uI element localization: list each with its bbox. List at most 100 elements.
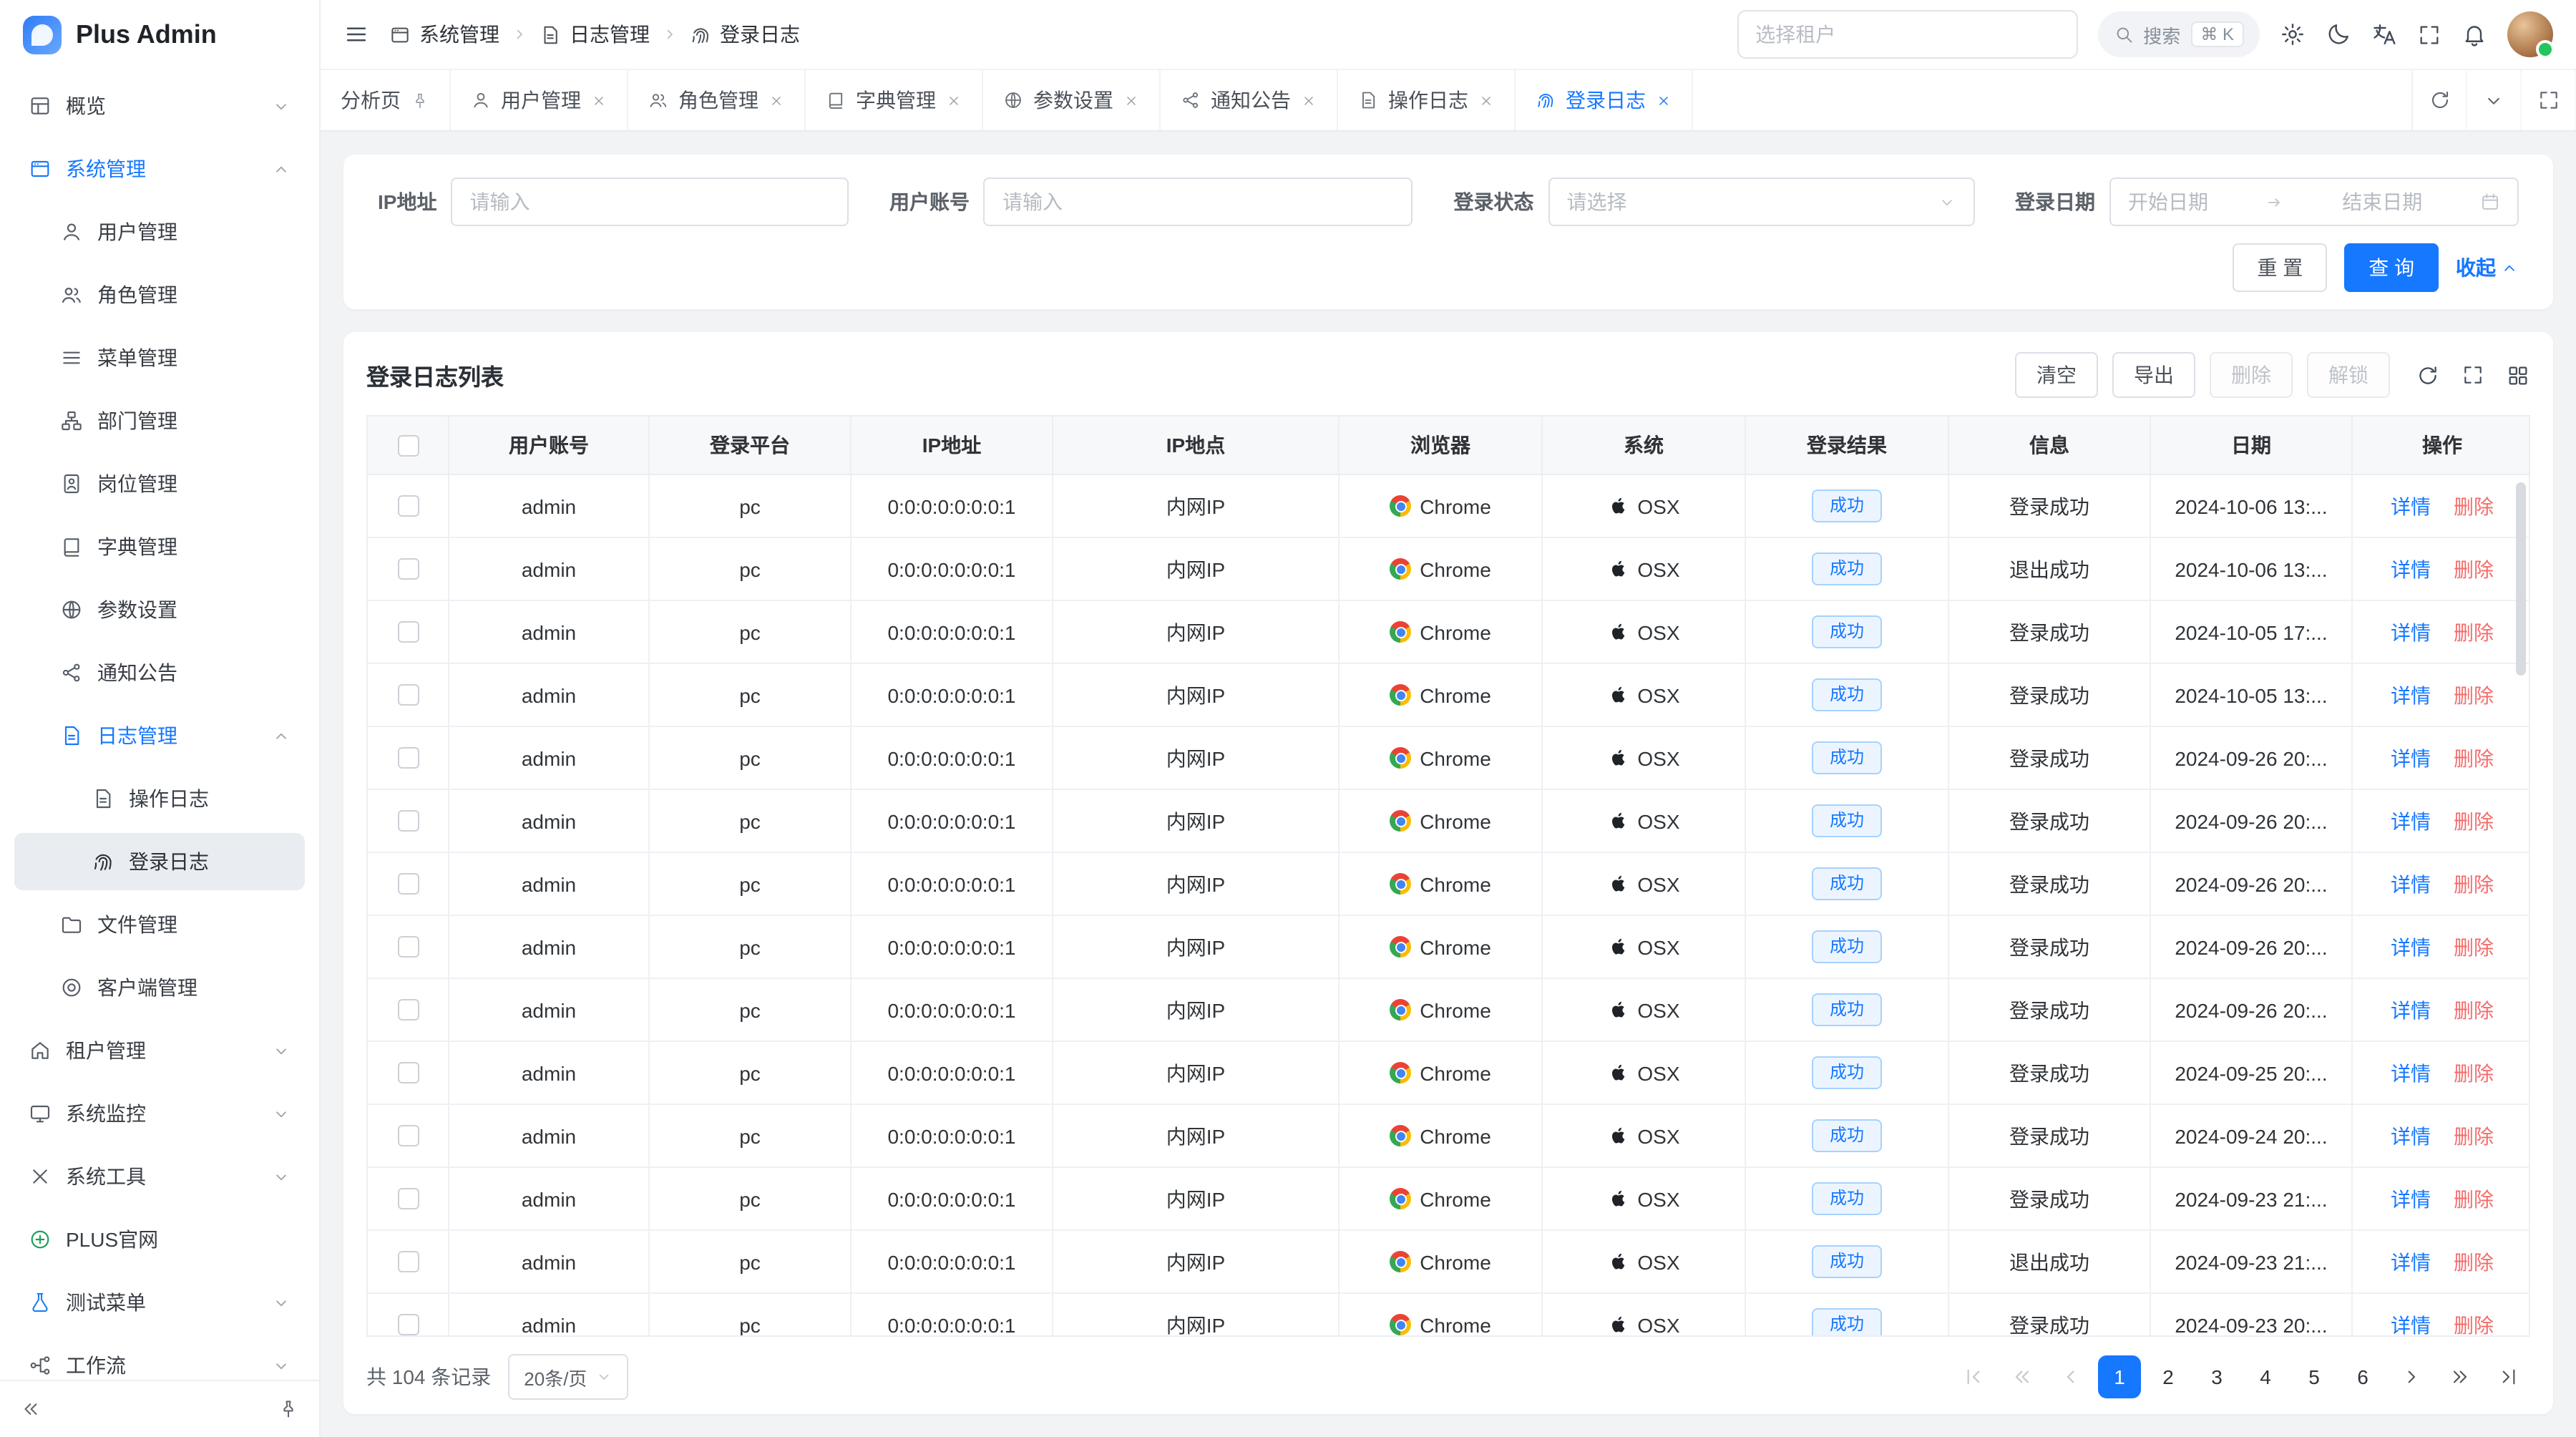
sidebar-item-6[interactable]: 岗位管理 bbox=[14, 455, 305, 512]
sidebar-item-13[interactable]: 文件管理 bbox=[14, 896, 305, 953]
fullscreen-icon[interactable] bbox=[2417, 22, 2441, 47]
row-checkbox[interactable] bbox=[368, 1231, 449, 1294]
page-button-3[interactable]: 3 bbox=[2195, 1355, 2238, 1398]
row-checkbox[interactable] bbox=[368, 727, 449, 790]
row-checkbox[interactable] bbox=[368, 475, 449, 538]
settings-icon[interactable] bbox=[2280, 21, 2306, 47]
row-checkbox[interactable] bbox=[368, 538, 449, 601]
unlock-button[interactable]: 解锁 bbox=[2307, 352, 2390, 398]
sidebar-item-2[interactable]: 用户管理 bbox=[14, 203, 305, 260]
date-range-picker[interactable]: 开始日期 结束日期 bbox=[2109, 177, 2519, 226]
delete-link[interactable]: 删除 bbox=[2454, 1121, 2494, 1150]
tab-4[interactable]: 参数设置 bbox=[983, 70, 1161, 130]
breadcrumb-item-log[interactable]: 日志管理 bbox=[540, 20, 650, 49]
content-fullscreen-button[interactable] bbox=[2522, 70, 2576, 130]
last-page-button[interactable] bbox=[2487, 1355, 2530, 1398]
pin-icon[interactable] bbox=[411, 91, 429, 109]
notifications-icon[interactable] bbox=[2462, 21, 2487, 47]
delete-link[interactable]: 删除 bbox=[2454, 1058, 2494, 1087]
page-button-2[interactable]: 2 bbox=[2147, 1355, 2190, 1398]
detail-link[interactable]: 详情 bbox=[2391, 995, 2431, 1024]
delete-link[interactable]: 删除 bbox=[2454, 744, 2494, 772]
sidebar-item-10[interactable]: 日志管理 bbox=[14, 707, 305, 764]
user-avatar[interactable] bbox=[2507, 11, 2553, 57]
collapse-filter-button[interactable]: 收起 bbox=[2456, 253, 2519, 282]
account-input[interactable] bbox=[984, 177, 1413, 226]
detail-link[interactable]: 详情 bbox=[2391, 869, 2431, 898]
sidebar-item-19[interactable]: 测试菜单 bbox=[14, 1274, 305, 1331]
sidebar-item-18[interactable]: PLUS官网 bbox=[14, 1211, 305, 1268]
sidebar-item-4[interactable]: 菜单管理 bbox=[14, 329, 305, 386]
column-settings-button[interactable] bbox=[2506, 363, 2530, 387]
row-checkbox[interactable] bbox=[368, 601, 449, 664]
tabs-menu-button[interactable] bbox=[2467, 70, 2522, 130]
row-checkbox[interactable] bbox=[368, 664, 449, 727]
detail-link[interactable]: 详情 bbox=[2391, 1184, 2431, 1213]
delete-link[interactable]: 删除 bbox=[2454, 555, 2494, 583]
sidebar-item-14[interactable]: 客户端管理 bbox=[14, 959, 305, 1016]
breadcrumb-item-loginlog[interactable]: 登录日志 bbox=[690, 20, 800, 49]
delete-link[interactable]: 删除 bbox=[2454, 492, 2494, 520]
page-button-6[interactable]: 6 bbox=[2341, 1355, 2384, 1398]
sidebar-collapse-button[interactable] bbox=[14, 1393, 47, 1426]
tenant-select[interactable] bbox=[1737, 10, 2077, 59]
detail-link[interactable]: 详情 bbox=[2391, 1310, 2431, 1337]
tab-0[interactable]: 分析页 bbox=[321, 70, 451, 130]
sidebar-item-9[interactable]: 通知公告 bbox=[14, 644, 305, 701]
sidebar-item-8[interactable]: 参数设置 bbox=[14, 581, 305, 638]
tab-close-icon[interactable] bbox=[1478, 92, 1494, 108]
tab-6[interactable]: 操作日志 bbox=[1338, 70, 1516, 130]
dark-mode-icon[interactable] bbox=[2326, 21, 2351, 47]
delete-link[interactable]: 删除 bbox=[2454, 869, 2494, 898]
row-checkbox[interactable] bbox=[368, 790, 449, 853]
sidebar-item-16[interactable]: 系统监控 bbox=[14, 1085, 305, 1142]
row-checkbox[interactable] bbox=[368, 1294, 449, 1337]
refresh-page-button[interactable] bbox=[2413, 70, 2467, 130]
tab-3[interactable]: 字典管理 bbox=[806, 70, 983, 130]
delete-link[interactable]: 删除 bbox=[2454, 1310, 2494, 1337]
status-select[interactable]: 请选择 bbox=[1548, 177, 1974, 226]
delete-link[interactable]: 删除 bbox=[2454, 995, 2494, 1024]
row-checkbox[interactable] bbox=[368, 853, 449, 916]
tab-1[interactable]: 用户管理 bbox=[451, 70, 628, 130]
export-button[interactable]: 导出 bbox=[2112, 352, 2195, 398]
query-button[interactable]: 查 询 bbox=[2344, 243, 2439, 292]
detail-link[interactable]: 详情 bbox=[2391, 807, 2431, 835]
app-logo-row[interactable]: Plus Admin bbox=[0, 0, 319, 69]
tab-close-icon[interactable] bbox=[591, 92, 607, 108]
detail-link[interactable]: 详情 bbox=[2391, 1058, 2431, 1087]
tab-close-icon[interactable] bbox=[1123, 92, 1139, 108]
detail-link[interactable]: 详情 bbox=[2391, 555, 2431, 583]
tab-close-icon[interactable] bbox=[1656, 92, 1672, 108]
next-page-button[interactable] bbox=[2390, 1355, 2433, 1398]
delete-link[interactable]: 删除 bbox=[2454, 807, 2494, 835]
clear-button[interactable]: 清空 bbox=[2015, 352, 2098, 398]
sidebar-item-11[interactable]: 操作日志 bbox=[14, 770, 305, 827]
detail-link[interactable]: 详情 bbox=[2391, 1247, 2431, 1276]
detail-link[interactable]: 详情 bbox=[2391, 744, 2431, 772]
tab-2[interactable]: 角色管理 bbox=[628, 70, 806, 130]
delete-link[interactable]: 删除 bbox=[2454, 681, 2494, 709]
table-fullscreen-button[interactable] bbox=[2462, 364, 2484, 386]
global-search[interactable]: 搜索 ⌘ K bbox=[2097, 11, 2260, 57]
sidebar-item-15[interactable]: 租户管理 bbox=[14, 1022, 305, 1079]
tab-5[interactable]: 通知公告 bbox=[1161, 70, 1338, 130]
delete-link[interactable]: 删除 bbox=[2454, 1184, 2494, 1213]
language-icon[interactable] bbox=[2371, 21, 2397, 47]
delete-link[interactable]: 删除 bbox=[2454, 1247, 2494, 1276]
sidebar-item-12[interactable]: 登录日志 bbox=[14, 833, 305, 890]
page-button-1[interactable]: 1 bbox=[2098, 1355, 2141, 1398]
reset-button[interactable]: 重 置 bbox=[2233, 243, 2327, 292]
breadcrumb-item-system[interactable]: 系统管理 bbox=[389, 20, 499, 49]
sidebar-toggle-button[interactable] bbox=[343, 21, 369, 47]
sidebar-pin-button[interactable] bbox=[272, 1393, 305, 1426]
refresh-table-button[interactable] bbox=[2416, 363, 2440, 387]
detail-link[interactable]: 详情 bbox=[2391, 618, 2431, 646]
detail-link[interactable]: 详情 bbox=[2391, 1121, 2431, 1150]
back-5-pages-button[interactable] bbox=[2001, 1355, 2044, 1398]
row-checkbox[interactable] bbox=[368, 1042, 449, 1105]
first-page-button[interactable] bbox=[1952, 1355, 1995, 1398]
page-button-4[interactable]: 4 bbox=[2244, 1355, 2287, 1398]
detail-link[interactable]: 详情 bbox=[2391, 681, 2431, 709]
detail-link[interactable]: 详情 bbox=[2391, 492, 2431, 520]
